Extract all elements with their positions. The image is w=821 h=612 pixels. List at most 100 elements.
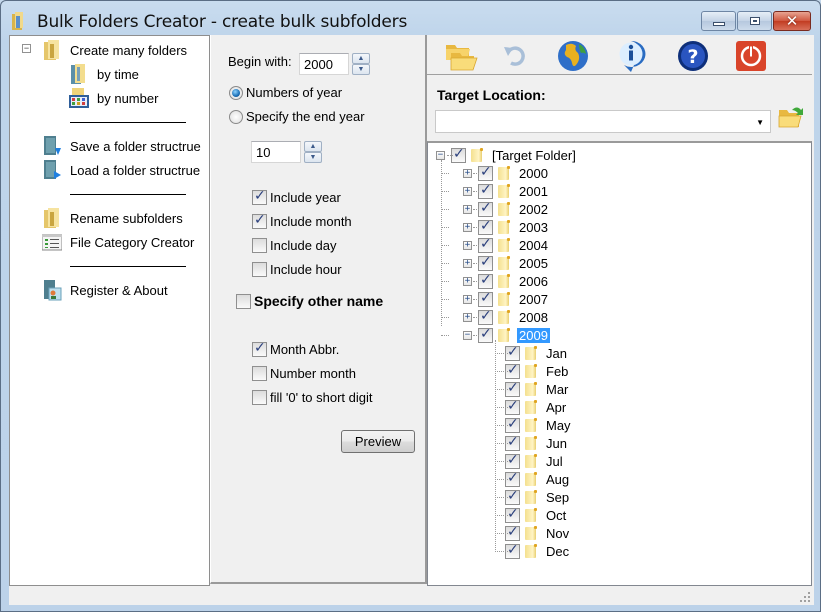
tree-checkbox[interactable]	[478, 272, 493, 289]
checkbox-include-day[interactable]: Include day	[252, 238, 337, 253]
checkbox-box	[236, 293, 251, 309]
tree-node-month[interactable]: Jul	[505, 452, 565, 470]
tree-checkbox[interactable]	[478, 218, 493, 235]
radio-specify-end-year[interactable]: Specify the end year	[229, 109, 365, 124]
expand-toggle[interactable]: +	[463, 222, 472, 232]
maximize-button[interactable]	[737, 11, 772, 31]
collapse-toggle[interactable]: −	[22, 44, 31, 53]
tree-connector	[473, 317, 479, 318]
tree-node-month[interactable]: Sep	[505, 488, 571, 506]
tree-checkbox[interactable]	[478, 236, 493, 253]
folder-icon	[495, 273, 511, 289]
folder-icon	[522, 435, 538, 451]
tree-node-label: 2005	[519, 255, 548, 271]
expand-toggle[interactable]: +	[463, 186, 472, 196]
tree-node-month[interactable]: May	[505, 416, 573, 434]
expand-toggle[interactable]: +	[463, 276, 472, 286]
tree-node-month[interactable]: Jun	[505, 434, 569, 452]
radio-numbers-of-year[interactable]: Numbers of year	[229, 85, 342, 100]
undo-icon[interactable]	[499, 39, 535, 73]
spin-up-button[interactable]: ▲	[352, 53, 370, 64]
tree-node-label: Feb	[546, 363, 569, 379]
globe-icon[interactable]	[555, 39, 591, 73]
radio-label: Numbers of year	[246, 85, 343, 100]
title-bar[interactable]: Bulk Folders Creator - create bulk subfo…	[1, 1, 820, 35]
power-icon[interactable]	[733, 39, 769, 73]
browse-folder-icon[interactable]	[778, 104, 804, 130]
expand-toggle[interactable]: +	[463, 294, 472, 304]
nav-item-by-number[interactable]: by number	[69, 87, 158, 109]
tree-connector	[447, 155, 453, 156]
nav-label: Load a folder structrue	[70, 162, 201, 178]
expand-toggle[interactable]: +	[463, 168, 472, 178]
checkbox-fill-zero[interactable]: fill '0' to short digit	[252, 390, 373, 405]
checkbox-include-month[interactable]: Include month	[252, 212, 352, 229]
begin-with-input[interactable]	[299, 53, 349, 75]
tree-checkbox[interactable]	[478, 326, 493, 343]
minimize-button[interactable]	[701, 11, 736, 31]
tree-connector	[495, 353, 510, 354]
tree-node-month[interactable]: Jan	[505, 344, 569, 362]
target-location-combobox[interactable]: ▼	[435, 110, 771, 133]
nav-separator	[70, 122, 186, 123]
tree-connector	[495, 425, 510, 426]
folder-icon	[495, 201, 511, 217]
folder-icon	[522, 507, 538, 523]
expand-toggle[interactable]: +	[463, 312, 472, 322]
nav-item-file-category-creator[interactable]: File Category Creator	[42, 231, 194, 253]
expand-toggle[interactable]: +	[463, 240, 472, 250]
tree-checkbox[interactable]	[478, 200, 493, 217]
maximize-icon	[749, 17, 760, 25]
tree-checkbox[interactable]	[478, 290, 493, 307]
tree-node-label: 2009	[517, 327, 550, 343]
checkbox-include-year[interactable]: Include year	[252, 188, 341, 205]
tree-node-month[interactable]: Aug	[505, 470, 571, 488]
checkbox-label: Specify other name	[254, 293, 384, 309]
year-count-input[interactable]	[251, 141, 301, 163]
tree-node-month[interactable]: Apr	[505, 398, 568, 416]
collapse-toggle[interactable]: −	[436, 150, 445, 160]
tree-node-month[interactable]: Oct	[505, 506, 568, 524]
tree-checkbox[interactable]	[478, 254, 493, 271]
tree-node-root[interactable]: − [Target Folder]	[436, 146, 578, 164]
open-folders-icon[interactable]	[443, 39, 479, 73]
nav-item-create-many-folders[interactable]: Create many folders	[42, 39, 187, 61]
spin-up-button[interactable]: ▲	[304, 141, 322, 152]
help-icon[interactable]: ?	[675, 39, 711, 73]
client-area: − Create many folders by time by number …	[9, 35, 814, 605]
tree-checkbox[interactable]	[451, 146, 466, 163]
collapse-toggle[interactable]: −	[463, 330, 472, 340]
preview-button[interactable]: Preview	[341, 430, 415, 453]
close-button[interactable]: ✕	[773, 11, 811, 31]
checkbox-include-hour[interactable]: Include hour	[252, 262, 342, 277]
spin-down-button[interactable]: ▼	[304, 152, 322, 163]
tree-node-month[interactable]: Feb	[505, 362, 570, 380]
dropdown-arrow-icon[interactable]: ▼	[756, 118, 764, 127]
tree-checkbox[interactable]	[478, 308, 493, 325]
tree-node-month[interactable]: Nov	[505, 524, 571, 542]
expand-toggle[interactable]: +	[463, 204, 472, 214]
info-icon[interactable]	[613, 39, 649, 73]
nav-item-rename-subfolders[interactable]: Rename subfolders	[42, 207, 183, 229]
nav-item-register-about[interactable]: Register & About	[42, 279, 168, 301]
tree-node-month[interactable]: Mar	[505, 380, 570, 398]
tree-connector	[473, 191, 479, 192]
tree-connector	[495, 533, 510, 534]
svg-text:?: ?	[687, 46, 698, 68]
checkbox-number-month[interactable]: Number month	[252, 366, 356, 381]
nav-item-by-time[interactable]: by time	[69, 63, 139, 85]
nav-item-load-structure[interactable]: Load a folder structrue	[42, 159, 200, 181]
resize-grip-icon[interactable]	[788, 591, 812, 603]
checkbox-specify-other-name[interactable]: Specify other name	[236, 293, 383, 309]
tree-checkbox[interactable]	[478, 164, 493, 181]
tree-node-month[interactable]: Dec	[505, 542, 571, 560]
checkbox-label: Month Abbr.	[270, 342, 340, 357]
tree-connector	[441, 299, 449, 300]
tree-node-label: Aug	[546, 471, 570, 487]
folder-icon	[522, 345, 538, 361]
tree-checkbox[interactable]	[478, 182, 493, 199]
nav-item-save-structure[interactable]: Save a folder structrue	[42, 135, 201, 157]
expand-toggle[interactable]: +	[463, 258, 472, 268]
spin-down-button[interactable]: ▼	[352, 64, 370, 75]
checkbox-month-abbr[interactable]: Month Abbr.	[252, 340, 340, 357]
